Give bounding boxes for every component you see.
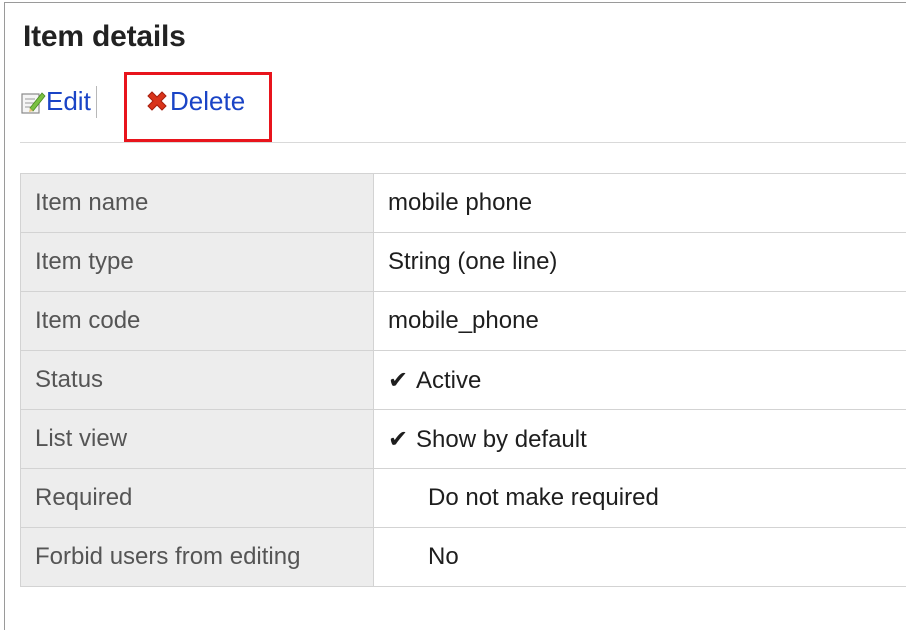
page-title: Item details xyxy=(23,20,186,54)
section-divider xyxy=(20,142,906,143)
checkmark-icon: ✔ xyxy=(388,425,416,454)
row-value: No xyxy=(374,528,906,587)
row-label: Item type xyxy=(21,233,374,292)
row-value: mobile_phone xyxy=(374,292,906,351)
table-row: Status ✔Active xyxy=(21,351,906,410)
row-label: Item name xyxy=(21,174,374,233)
edit-icon xyxy=(20,89,46,115)
table-row: Forbid users from editing No xyxy=(21,528,906,587)
table-row: List view ✔Show by default xyxy=(21,410,906,469)
table-row: Item type String (one line) xyxy=(21,233,906,292)
delete-highlight-box xyxy=(124,72,272,142)
row-value: mobile phone xyxy=(374,174,906,233)
edit-label: Edit xyxy=(46,86,91,117)
row-label: Item code xyxy=(21,292,374,351)
row-label: Required xyxy=(21,469,374,528)
row-label: Forbid users from editing xyxy=(21,528,374,587)
row-label: Status xyxy=(21,351,374,410)
row-label: List view xyxy=(21,410,374,469)
value-text: Active xyxy=(416,367,481,394)
edit-button[interactable]: Edit xyxy=(20,86,91,117)
toolbar-divider xyxy=(96,86,97,118)
value-text: mobile_phone xyxy=(388,307,539,334)
table-row: Item name mobile phone xyxy=(21,174,906,233)
value-text: String (one line) xyxy=(388,248,557,275)
row-value: String (one line) xyxy=(374,233,906,292)
value-text: Do not make required xyxy=(388,484,659,511)
item-details-table: Item name mobile phone Item type String … xyxy=(20,173,906,587)
table-row: Item code mobile_phone xyxy=(21,292,906,351)
table-row: Required Do not make required xyxy=(21,469,906,528)
row-value: Do not make required xyxy=(374,469,906,528)
value-text: No xyxy=(388,543,459,570)
checkmark-icon: ✔ xyxy=(388,366,416,395)
value-text: Show by default xyxy=(416,426,587,453)
row-value: ✔Show by default xyxy=(374,410,906,469)
value-text: mobile phone xyxy=(388,189,532,216)
row-value: ✔Active xyxy=(374,351,906,410)
